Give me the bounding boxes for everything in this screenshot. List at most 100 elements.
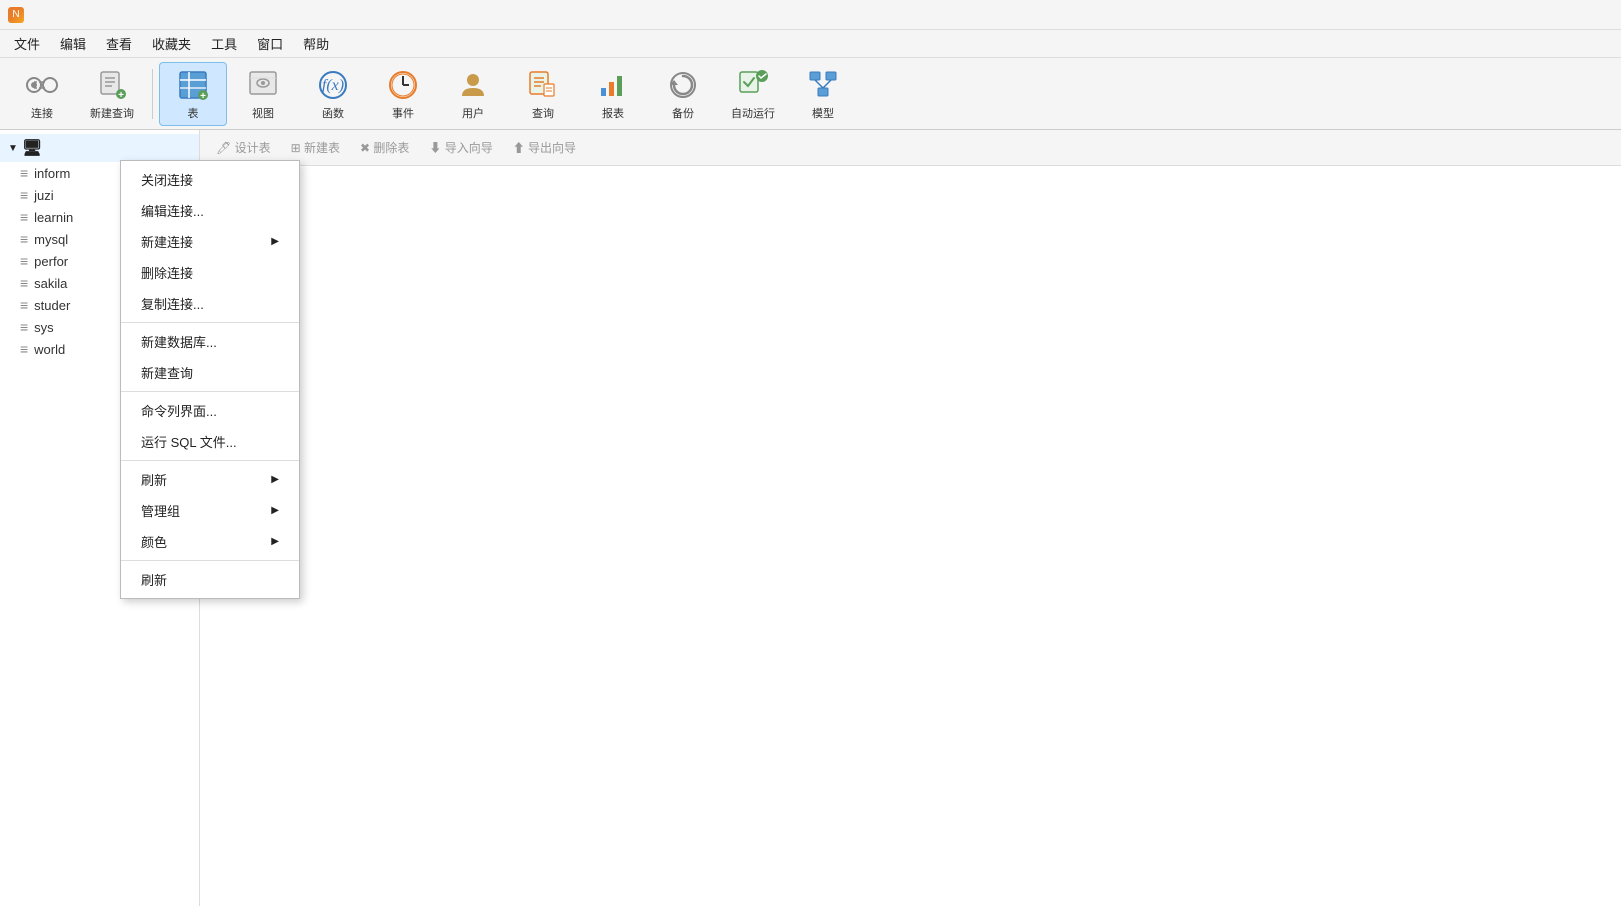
db-icon: ≡ <box>20 297 28 313</box>
toolbar-btn-backup[interactable]: 备份 <box>649 62 717 126</box>
ctx-item-close-connection[interactable]: 关闭连接 <box>121 164 299 195</box>
toolbar-btn-new-query[interactable]: + 新建查询 <box>78 62 146 126</box>
connect-icon <box>24 67 60 103</box>
ctx-label-new-query-ctx: 新建查询 <box>141 363 193 382</box>
autorun-label: 自动运行 <box>731 105 775 121</box>
query-icon <box>525 67 561 103</box>
svg-text:+: + <box>200 91 206 102</box>
ctx-label-refresh-sub: 刷新 <box>141 470 167 489</box>
ctx-label-refresh: 刷新 <box>141 570 167 589</box>
backup-icon <box>665 67 701 103</box>
new-query-icon: + <box>94 67 130 103</box>
menu-item-编辑[interactable]: 编辑 <box>50 30 96 57</box>
ctx-arrow-manage-group: ▶ <box>271 505 279 516</box>
user-label: 用户 <box>462 105 484 121</box>
ctx-label-command-line: 命令列界面... <box>141 401 217 420</box>
toolbar-btn-function[interactable]: f(x)函数 <box>299 62 367 126</box>
user-icon <box>455 67 491 103</box>
expand-arrow: ▼ <box>8 143 18 154</box>
ctx-item-copy-connection[interactable]: 复制连接... <box>121 288 299 319</box>
db-icon: ≡ <box>20 275 28 291</box>
secondary-toolbar: 🖊 设计表⊞ 新建表✖ 删除表⬇ 导入向导⬆ 导出向导 <box>200 130 1621 166</box>
ctx-item-delete-connection[interactable]: 删除连接 <box>121 257 299 288</box>
new-query-label: 新建查询 <box>90 105 134 121</box>
ctx-item-run-sql[interactable]: 运行 SQL 文件... <box>121 426 299 457</box>
event-icon <box>385 67 421 103</box>
ctx-item-refresh[interactable]: 刷新 <box>121 564 299 595</box>
ctx-label-new-connection: 新建连接 <box>141 232 193 251</box>
context-menu: 关闭连接编辑连接... 新建连接 ▶ 删除连接复制连接... 新建数据库... 新建查询命… <box>120 160 300 599</box>
query-label: 查询 <box>532 105 554 121</box>
backup-label: 备份 <box>672 105 694 121</box>
connection-icon: 🖥 <box>22 138 42 158</box>
toolbar-btn-table[interactable]: +表 <box>159 62 227 126</box>
sec-btn-new-table: ⊞ 新建表 <box>283 136 348 159</box>
svg-text:f(x): f(x) <box>322 77 344 94</box>
toolbar-btn-model[interactable]: 模型 <box>789 62 857 126</box>
ctx-item-command-line[interactable]: 命令列界面... <box>121 395 299 426</box>
ctx-label-run-sql: 运行 SQL 文件... <box>141 432 237 451</box>
ctx-item-new-query-ctx[interactable]: 新建查询 <box>121 357 299 388</box>
toolbar-separator-1 <box>152 69 153 119</box>
ctx-label-color: 颜色 <box>141 532 167 551</box>
ctx-item-new-database[interactable]: 新建数据库... <box>121 326 299 357</box>
event-label: 事件 <box>392 105 414 121</box>
sec-btn-design-table: 🖊 设计表 <box>208 136 279 159</box>
db-icon: ≡ <box>20 209 28 225</box>
connect-label: 连接 <box>31 105 53 121</box>
table-label: 表 <box>188 105 199 121</box>
ctx-label-new-database: 新建数据库... <box>141 332 217 351</box>
menu-item-查看[interactable]: 查看 <box>96 30 142 57</box>
ctx-label-edit-connection: 编辑连接... <box>141 201 204 220</box>
db-icon: ≡ <box>20 187 28 203</box>
toolbar-btn-query[interactable]: 查询 <box>509 62 577 126</box>
svg-text:+: + <box>118 90 124 101</box>
db-icon: ≡ <box>20 253 28 269</box>
menu-item-帮助[interactable]: 帮助 <box>293 30 339 57</box>
db-icon: ≡ <box>20 341 28 357</box>
toolbar-btn-autorun[interactable]: 自动运行 <box>719 62 787 126</box>
sec-btn-import-wizard: ⬇ 导入向导 <box>421 136 500 159</box>
ctx-separator <box>121 391 299 392</box>
function-icon: f(x) <box>315 67 351 103</box>
toolbar-btn-event[interactable]: 事件 <box>369 62 437 126</box>
db-icon: ≡ <box>20 319 28 335</box>
ctx-arrow-color: ▶ <box>271 536 279 547</box>
ctx-arrow-new-connection: ▶ <box>271 236 279 247</box>
autorun-icon <box>735 67 771 103</box>
ctx-item-refresh-sub[interactable]: 刷新 ▶ <box>121 464 299 495</box>
model-label: 模型 <box>812 105 834 121</box>
ctx-item-manage-group[interactable]: 管理组▶ <box>121 495 299 526</box>
toolbar-btn-connect[interactable]: 连接 <box>8 62 76 126</box>
view-label: 视图 <box>252 105 274 121</box>
toolbar: 连接+新建查询+表视图f(x)函数事件用户查询报表备份自动运行模型 <box>0 58 1621 130</box>
title-bar: N <box>0 0 1621 30</box>
ctx-separator <box>121 322 299 323</box>
ctx-item-new-connection[interactable]: 新建连接 ▶ <box>121 226 299 257</box>
menu-item-窗口[interactable]: 窗口 <box>247 30 293 57</box>
ctx-label-delete-connection: 删除连接 <box>141 263 193 282</box>
db-icon: ≡ <box>20 231 28 247</box>
ctx-separator <box>121 560 299 561</box>
content-area: 🖊 设计表⊞ 新建表✖ 删除表⬇ 导入向导⬆ 导出向导 <box>200 130 1621 906</box>
ctx-label-close-connection: 关闭连接 <box>141 170 193 189</box>
sidebar-connection[interactable]: ▼ 🖥 <box>0 134 199 162</box>
menu-item-文件[interactable]: 文件 <box>4 30 50 57</box>
toolbar-btn-user[interactable]: 用户 <box>439 62 507 126</box>
report-icon <box>595 67 631 103</box>
toolbar-btn-view[interactable]: 视图 <box>229 62 297 126</box>
ctx-separator <box>121 460 299 461</box>
view-icon <box>245 67 281 103</box>
menu-item-收藏夹[interactable]: 收藏夹 <box>142 30 201 57</box>
ctx-label-copy-connection: 复制连接... <box>141 294 204 313</box>
menu-bar: 文件编辑查看收藏夹工具窗口帮助 <box>0 30 1621 58</box>
toolbar-btn-report[interactable]: 报表 <box>579 62 647 126</box>
app-logo: N <box>8 7 24 23</box>
report-label: 报表 <box>602 105 624 121</box>
ctx-item-color[interactable]: 颜色 ▶ <box>121 526 299 557</box>
menu-item-工具[interactable]: 工具 <box>201 30 247 57</box>
ctx-item-edit-connection[interactable]: 编辑连接... <box>121 195 299 226</box>
ctx-arrow-refresh-sub: ▶ <box>271 474 279 485</box>
db-icon: ≡ <box>20 165 28 181</box>
sec-btn-delete-table: ✖ 删除表 <box>352 136 417 159</box>
